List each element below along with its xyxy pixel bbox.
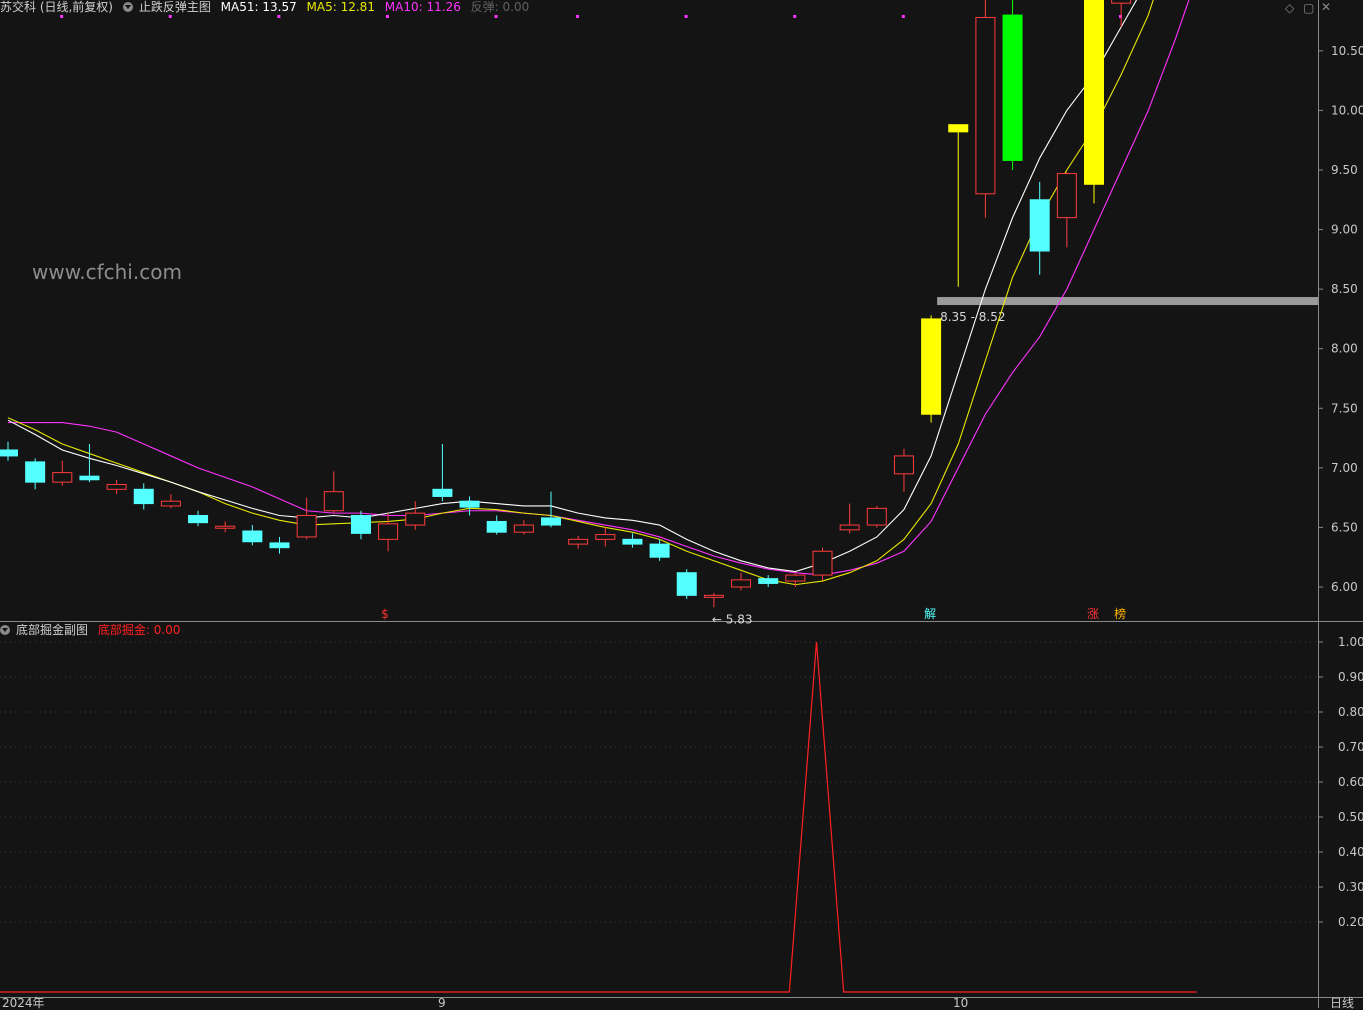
- chevron-down-icon[interactable]: [122, 2, 133, 12]
- indicator-name[interactable]: 止跌反弹主图: [139, 0, 211, 14]
- ma51-value: MA51: 13.57: [220, 0, 297, 14]
- candle-body: [595, 534, 616, 540]
- candle-body: [242, 530, 263, 543]
- sub-header: 底部掘金副图 底部掘金: 0.00: [0, 623, 186, 637]
- sub-y-tick-label: 0.50: [1338, 810, 1363, 824]
- candle-body: [25, 461, 46, 483]
- signal-marker: $: [381, 607, 389, 621]
- main-header: 苏交科 (日线,前复权) 止跌反弹主图 MA51: 13.57 MA5: 12.…: [0, 0, 535, 14]
- ma5-value: MA5: 12.81: [306, 0, 375, 14]
- candle-body: [893, 455, 914, 475]
- candle-body: [1002, 14, 1023, 161]
- y-tick-label: 7.00: [1331, 461, 1358, 475]
- sub-y-tick-label: 0.20: [1338, 915, 1363, 929]
- candle-body: [975, 16, 996, 195]
- y-tick-label: 6.00: [1331, 580, 1358, 594]
- ma51-line: [7, 0, 1138, 573]
- y-tick-label: 7.50: [1331, 401, 1358, 415]
- watermark: www.cfchi.com: [32, 260, 182, 284]
- sub-y-tick-label: 0.70: [1338, 740, 1363, 754]
- sub-y-tick-label: 0.90: [1338, 670, 1363, 684]
- top-dot-marker: [576, 15, 579, 18]
- top-dot-marker: [385, 15, 389, 18]
- candle-body: [676, 572, 697, 596]
- y-tick-label: 9.50: [1331, 163, 1358, 177]
- candle-body: [106, 484, 127, 490]
- candle-body: [459, 500, 480, 508]
- candle-body: [0, 449, 18, 457]
- top-dot-marker: [793, 15, 797, 18]
- ma10-line: [8, 0, 1190, 576]
- signal-marker: 涨: [1087, 606, 1099, 621]
- candle-body: [1084, 0, 1104, 185]
- chevron-down-icon[interactable]: [0, 625, 10, 635]
- sub-y-tick-label: 1.00: [1338, 635, 1363, 649]
- low-price-label: ← 5.83: [712, 612, 753, 626]
- sub-indicator-value: 底部掘金: 0.00: [97, 623, 181, 637]
- sub-y-tick-label: 0.60: [1338, 775, 1363, 789]
- top-dot-marker: [494, 15, 498, 18]
- top-dot-marker: [901, 15, 905, 18]
- candle-body: [323, 491, 344, 512]
- y-tick-label: 8.00: [1331, 342, 1358, 356]
- y-tick-label: 10.00: [1331, 103, 1363, 117]
- candle-body: [785, 574, 806, 582]
- sub-y-tick-label: 0.30: [1338, 880, 1363, 894]
- candle-body: [79, 475, 100, 481]
- candle-body: [133, 488, 154, 505]
- candle-body: [1056, 173, 1077, 219]
- candle-body: [812, 550, 833, 576]
- candle-body: [269, 542, 290, 549]
- candle-body: [350, 515, 371, 534]
- candle-body: [378, 523, 399, 540]
- y-tick-label: 9.00: [1331, 223, 1358, 237]
- top-dot-marker: [684, 15, 688, 18]
- sub-indicator-name[interactable]: 底部掘金副图: [16, 623, 88, 637]
- restore-icon[interactable]: ▢: [1303, 1, 1314, 15]
- candle-body: [541, 517, 561, 526]
- sub-y-tick-label: 0.40: [1338, 845, 1363, 859]
- candle-body: [839, 524, 860, 531]
- support-band: [937, 297, 1318, 306]
- y-tick-label: 6.50: [1331, 520, 1358, 534]
- candle-body: [703, 594, 724, 598]
- y-tick-label: 10.50: [1331, 44, 1363, 58]
- candle-body: [432, 488, 453, 497]
- candle-body: [731, 579, 752, 588]
- chart-canvas[interactable]: 6.00 6.50 7.00 7.50 8.00 8.50 9.00 9.50 10.00 10.…: [0, 0, 1363, 1008]
- ma5-line: [7, 0, 1154, 586]
- rebound-value: 反弹: 0.00: [470, 0, 530, 14]
- candle-body: [296, 515, 317, 538]
- diamond-icon[interactable]: ◇: [1285, 1, 1294, 15]
- candle-body: [52, 472, 73, 483]
- stock-name: 苏交科 (日线,前复权): [0, 0, 113, 14]
- ma10-value: MA10: 11.26: [384, 0, 461, 14]
- support-label: 8.35 - 8.52: [940, 310, 1005, 324]
- candle-body: [486, 520, 507, 533]
- signal-marker: 解: [924, 607, 936, 621]
- candle-body: [921, 318, 942, 415]
- top-dot-marker: [168, 15, 172, 18]
- candle-body: [188, 515, 209, 524]
- candle-body: [160, 500, 181, 507]
- sub-y-tick-label: 0.80: [1338, 705, 1363, 719]
- candle-body: [513, 524, 534, 533]
- top-dot-marker: [277, 15, 281, 18]
- candle-body: [405, 512, 426, 526]
- candle-body: [568, 538, 589, 545]
- candle-body: [622, 538, 643, 545]
- y-tick-label: 8.50: [1331, 282, 1358, 296]
- close-icon[interactable]: ✕: [1321, 0, 1331, 14]
- candle-body: [866, 507, 887, 526]
- signal-marker: 榜: [1114, 606, 1126, 621]
- candle-body: [1029, 199, 1050, 252]
- candle-body: [649, 543, 670, 558]
- sub-indicator-line: [0, 641, 1197, 993]
- candle-body: [948, 124, 969, 133]
- candle-body: [1111, 0, 1132, 4]
- candle-body: [758, 578, 779, 584]
- top-dot-marker: [60, 15, 64, 18]
- candle-body: [215, 525, 236, 529]
